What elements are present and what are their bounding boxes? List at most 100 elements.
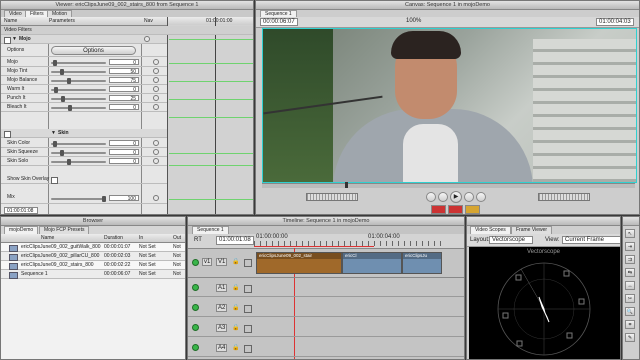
auto-select-icon[interactable] (244, 345, 252, 353)
keyframe-graph-area[interactable] (168, 25, 253, 214)
filter-param-slider[interactable] (51, 78, 106, 84)
keyframe-button[interactable] (153, 104, 159, 110)
rt-menu[interactable]: RT (194, 237, 202, 243)
audio-track-label[interactable]: A4 (216, 344, 228, 352)
filter-param-slider[interactable] (51, 96, 106, 102)
slip-tool-icon[interactable]: ↔ (625, 281, 635, 290)
view-select[interactable]: Current Frame (562, 236, 620, 244)
browser-list-item[interactable]: ericClipsJune09_002_guitWalk_800 00:00:01… (1, 243, 185, 252)
keyframe-button[interactable] (153, 158, 159, 164)
keyframe-button[interactable] (153, 68, 159, 74)
canvas-zoom[interactable]: 100% (406, 18, 421, 24)
keyframe-button[interactable] (153, 95, 159, 101)
track-visibility-toggle[interactable] (192, 259, 199, 266)
track-visibility-toggle[interactable] (192, 284, 199, 291)
mix-slider-knob[interactable] (102, 196, 106, 202)
lock-icon[interactable]: 🔒 (232, 258, 239, 265)
keyframe-button[interactable] (153, 86, 159, 92)
filter-param-slider-knob[interactable] (68, 105, 72, 111)
options-button[interactable]: Options (51, 46, 136, 55)
canvas-scrubber[interactable] (262, 182, 635, 188)
audio-track-label[interactable]: A3 (216, 324, 228, 332)
filter-param-value-field[interactable]: 25 (109, 95, 139, 102)
lock-icon[interactable]: 🔒 (232, 304, 239, 311)
clip-stairs[interactable]: ericClipsJune09_002_stair (256, 252, 342, 274)
skin-param-slider-knob[interactable] (67, 159, 71, 165)
track-visibility-toggle[interactable] (192, 344, 199, 351)
play-forward-button[interactable] (464, 192, 474, 202)
playhead-line[interactable] (215, 17, 216, 214)
filter-param-value-field[interactable]: 75 (109, 77, 139, 84)
track-select-tool-icon[interactable]: ⇉ (625, 255, 635, 264)
keyframe-button[interactable] (153, 77, 159, 83)
video-frame[interactable] (262, 28, 637, 183)
zoom-tool-icon[interactable]: 🔍 (625, 307, 635, 316)
dest-track-v1[interactable]: V1 (216, 258, 228, 266)
go-to-in-button[interactable] (426, 192, 436, 202)
razor-tool-icon[interactable]: ✂ (625, 294, 635, 303)
skin-param-value-field[interactable]: 0 (109, 140, 139, 147)
filter-param-slider[interactable] (51, 105, 106, 111)
source-track-v1[interactable]: v1 (202, 258, 213, 266)
canvas-timecode-current[interactable]: 01:00:04:03 (596, 18, 634, 26)
browser-list-item[interactable]: ericClipsJune09_002_stairs_800 00:00:02:2… (1, 261, 185, 270)
filter-param-slider[interactable] (51, 60, 106, 66)
keyframe-button[interactable] (153, 140, 159, 146)
play-button[interactable]: ▶ (450, 191, 462, 203)
canvas-timecode-duration[interactable]: 00:00:06:07 (260, 18, 298, 26)
track-visibility-toggle[interactable] (192, 304, 199, 311)
checkbox[interactable] (4, 37, 11, 44)
auto-select-icon[interactable] (244, 259, 252, 267)
jog-control[interactable] (538, 193, 590, 201)
tab-frame-viewer[interactable]: Frame Viewer (511, 226, 553, 234)
filter-param-value-field[interactable]: 50 (109, 68, 139, 75)
filter-param-value-field[interactable]: 0 (109, 59, 139, 66)
keyframe-button[interactable] (153, 195, 159, 201)
roll-tool-icon[interactable]: ⇆ (625, 268, 635, 277)
tab-mojo-fcp-presets[interactable]: Mojo FCP Presets (39, 226, 90, 234)
mix-slider[interactable] (51, 196, 106, 202)
skin-param-value-field[interactable]: 0 (109, 149, 139, 156)
filter-param-slider-knob[interactable] (61, 96, 65, 102)
crop-tool-icon[interactable]: ⌗ (625, 320, 635, 329)
audio-track-label[interactable]: A2 (216, 304, 228, 312)
lock-icon[interactable]: 🔒 (232, 324, 239, 331)
skin-param-slider-knob[interactable] (53, 141, 57, 147)
disclosure-triangle-icon[interactable]: ▼ (12, 35, 17, 44)
audio-track-label[interactable]: A1 (216, 284, 228, 292)
tab-sequence-1[interactable]: Sequence 1 (192, 226, 229, 234)
auto-select-icon[interactable] (244, 325, 252, 333)
show-skin-overlay-checkbox[interactable] (51, 177, 58, 184)
skin-param-slider[interactable] (51, 141, 106, 147)
edit-select-tool-icon[interactable]: ⇥ (625, 242, 635, 251)
auto-select-icon[interactable] (244, 305, 252, 313)
go-to-out-button[interactable] (476, 192, 486, 202)
disclosure-triangle-icon[interactable]: ▼ (51, 129, 56, 138)
filter-param-value-field[interactable]: 0 (109, 86, 139, 93)
layout-select[interactable]: Vectorscope (489, 236, 533, 244)
keyframe-button[interactable] (153, 149, 159, 155)
skin-param-value-field[interactable]: 0 (109, 158, 139, 165)
lock-icon[interactable]: 🔒 (232, 344, 239, 351)
viewer-timecode-field[interactable]: 01:00:01:08 (4, 207, 38, 214)
tab-video-scopes[interactable]: Video Scopes (470, 226, 511, 234)
playhead-marker[interactable] (345, 182, 348, 188)
pen-tool-icon[interactable]: ✎ (625, 333, 635, 342)
filter-param-slider[interactable] (51, 87, 106, 93)
filter-param-value-field[interactable]: 0 (109, 104, 139, 111)
keyframe-button[interactable] (153, 59, 159, 65)
replace-edit-button[interactable] (465, 205, 480, 214)
skin-param-slider[interactable] (51, 150, 106, 156)
insert-edit-button[interactable] (431, 205, 446, 214)
overwrite-edit-button[interactable] (448, 205, 463, 214)
filter-param-slider-knob[interactable] (67, 78, 71, 84)
lock-icon[interactable]: 🔒 (232, 284, 239, 291)
filter-param-slider-knob[interactable] (60, 69, 64, 75)
mix-value-field[interactable]: 100 (109, 195, 139, 202)
timeline-timecode[interactable]: 01:00:01:08 (216, 236, 254, 245)
track-visibility-toggle[interactable] (192, 324, 199, 331)
filter-param-slider[interactable] (51, 69, 106, 75)
auto-select-icon[interactable] (244, 285, 252, 293)
shuttle-control[interactable] (306, 193, 358, 201)
filter-param-slider-knob[interactable] (54, 87, 58, 93)
